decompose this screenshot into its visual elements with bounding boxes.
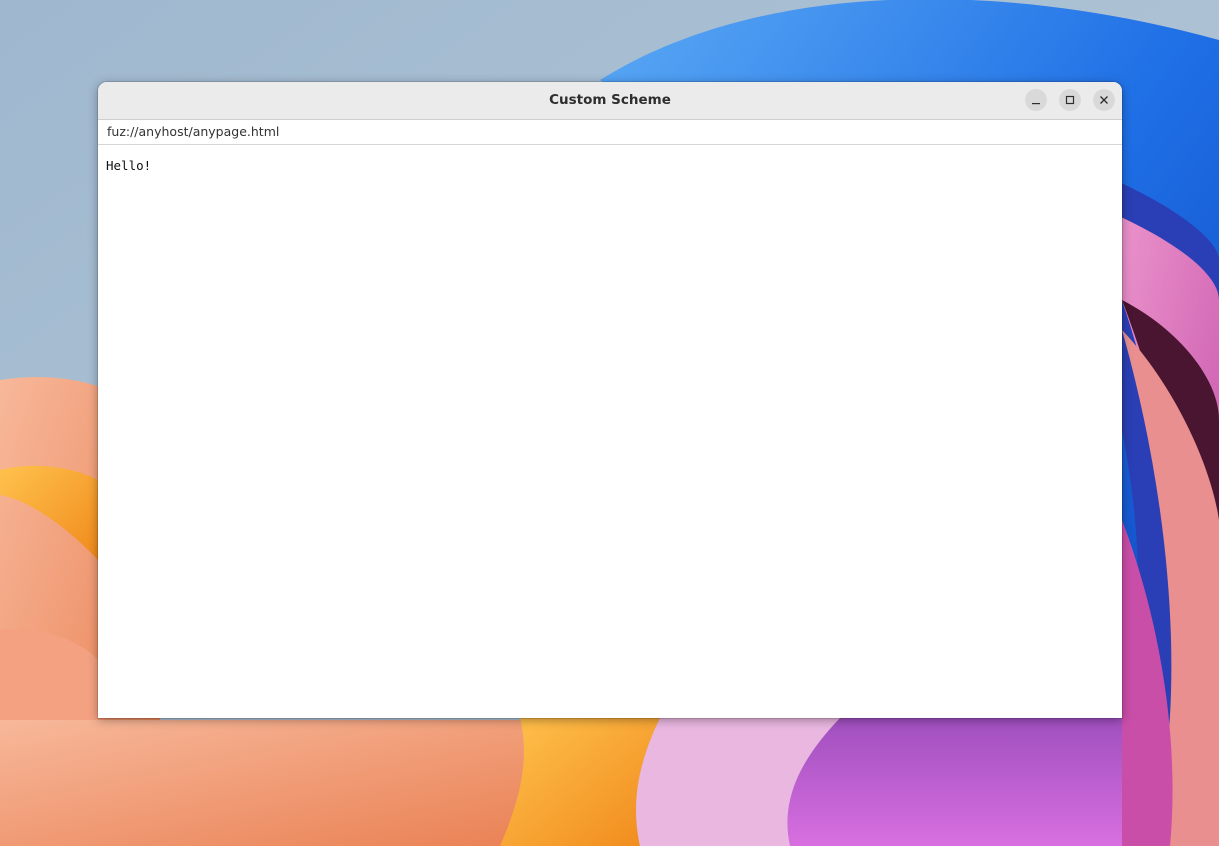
app-window: Custom Scheme Hello!: [98, 82, 1122, 718]
title-bar[interactable]: Custom Scheme: [98, 82, 1122, 120]
close-icon: [1100, 96, 1108, 104]
page-text: Hello!: [106, 158, 152, 173]
window-title: Custom Scheme: [549, 92, 671, 108]
maximize-button[interactable]: [1059, 89, 1081, 111]
close-button[interactable]: [1093, 89, 1115, 111]
minimize-icon: [1032, 103, 1040, 105]
maximize-icon: [1065, 95, 1075, 105]
minimize-button[interactable]: [1025, 89, 1047, 111]
url-input[interactable]: [98, 120, 1121, 144]
web-content[interactable]: Hello!: [98, 145, 1122, 718]
address-bar: [98, 120, 1122, 145]
